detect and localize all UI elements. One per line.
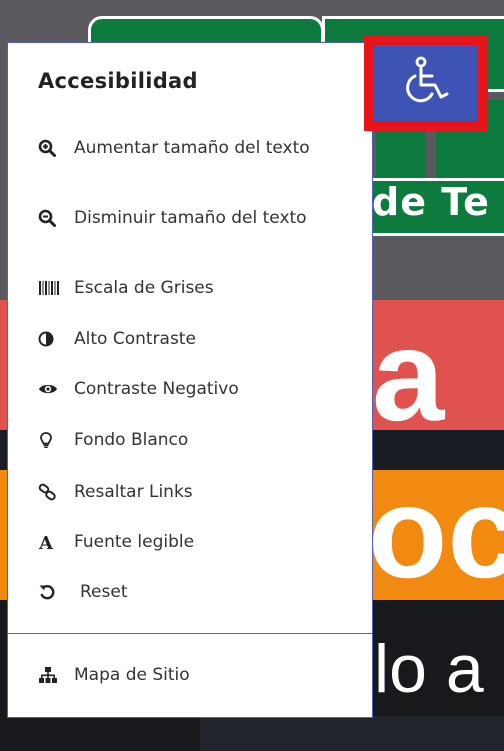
menu-item-label: Aumentar tamaño del texto	[74, 138, 310, 158]
menu-item-grayscale[interactable]: Escala de Grises	[38, 279, 334, 298]
accessibility-panel: Accesibilidad Aumentar tamaño del texto …	[7, 42, 373, 718]
menu-item-label: Escala de Grises	[74, 278, 214, 298]
eye-icon	[38, 380, 60, 399]
accessibility-button-inner	[374, 45, 478, 121]
menu-item-label: Alto Contraste	[74, 329, 196, 349]
menu-item-label: Fondo Blanco	[74, 430, 189, 450]
barcode-icon	[38, 279, 60, 298]
menu-item-sitemap[interactable]: Mapa de Sitio	[38, 666, 334, 685]
wheelchair-icon	[399, 56, 453, 110]
panel-divider	[8, 633, 372, 634]
menu-item-reset[interactable]: Reset	[38, 583, 340, 602]
svg-text:A: A	[38, 533, 54, 551]
menu-item-readable-font[interactable]: A Fuente legible	[38, 533, 334, 552]
menu-item-high-contrast[interactable]: Alto Contraste	[38, 330, 334, 349]
background-orange-text: oc	[368, 459, 504, 605]
menu-item-label: Disminuir tamaño del texto	[74, 208, 307, 228]
menu-item-label: Fuente legible	[74, 532, 195, 552]
menu-item-negative-contrast[interactable]: Contraste Negativo	[38, 380, 334, 399]
menu-item-decrease-text[interactable]: Disminuir tamaño del texto	[38, 209, 338, 228]
menu-item-label: Reset	[80, 582, 128, 602]
menu-item-label: Contraste Negativo	[74, 379, 239, 399]
menu-item-white-background[interactable]: Fondo Blanco	[38, 431, 334, 450]
link-icon	[38, 483, 60, 502]
background-banner-text: de Te	[372, 180, 490, 224]
menu-item-highlight-links[interactable]: Resaltar Links	[38, 483, 334, 502]
font-icon: A	[38, 533, 60, 552]
undo-icon	[38, 583, 60, 602]
background-bottom-strip	[200, 716, 504, 751]
menu-item-increase-text[interactable]: Aumentar tamaño del texto	[38, 139, 338, 158]
sitemap-icon	[38, 666, 60, 685]
menu-item-label: Resaltar Links	[74, 482, 193, 502]
half-circle-icon	[38, 330, 60, 349]
menu-item-label: Mapa de Sitio	[74, 665, 190, 685]
panel-title: Accesibilidad	[38, 69, 198, 93]
background-red-text: a	[372, 302, 445, 448]
lightbulb-icon	[38, 431, 60, 450]
accessibility-toggle-button[interactable]	[364, 35, 488, 131]
background-black-text: lo a	[374, 631, 484, 707]
